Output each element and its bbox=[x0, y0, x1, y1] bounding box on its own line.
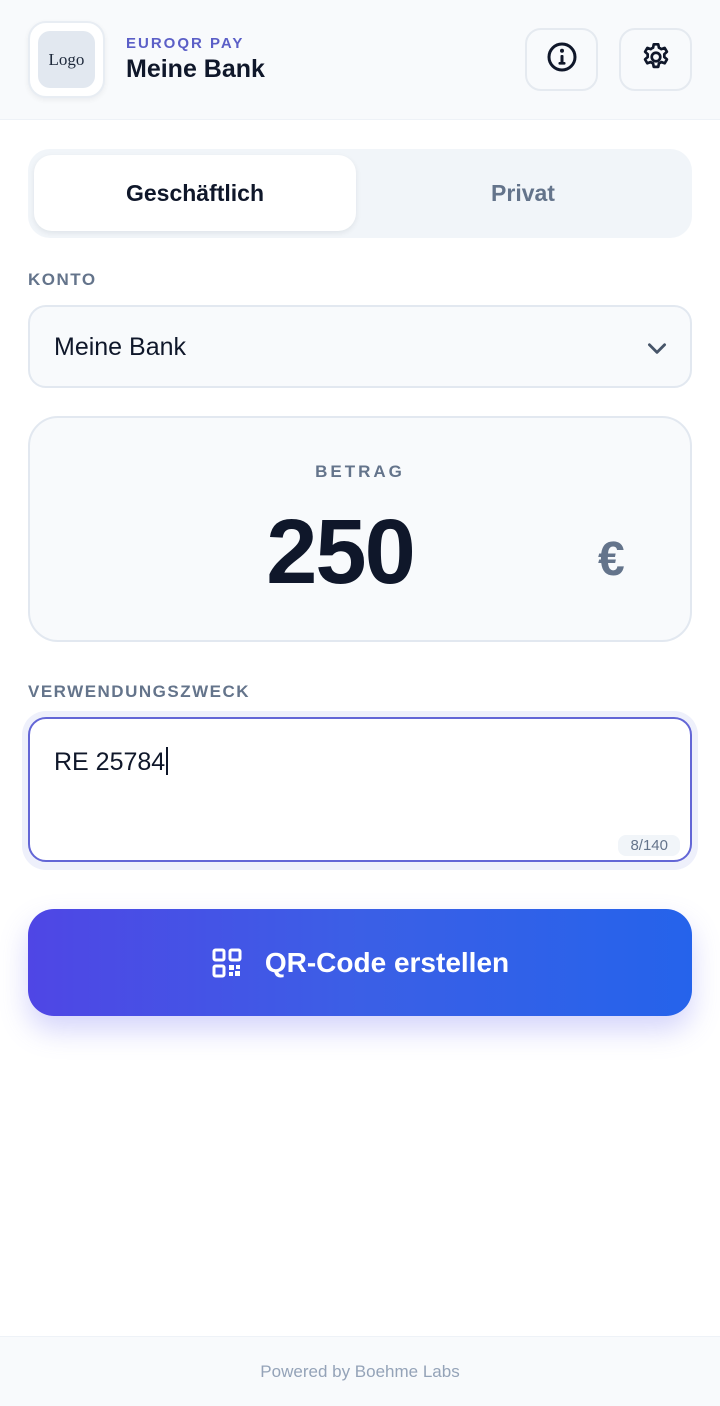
char-counter: 8/140 bbox=[618, 835, 680, 856]
amount-value[interactable]: 250 bbox=[260, 500, 420, 605]
logo-placeholder: Logo bbox=[38, 31, 95, 88]
bank-logo: Logo bbox=[28, 21, 105, 98]
account-label: KONTO bbox=[28, 270, 97, 289]
account-select[interactable]: Meine Bank bbox=[28, 305, 692, 388]
footer-text: Powered by Boehme Labs bbox=[260, 1361, 460, 1381]
mode-switch: Geschäftlich Privat bbox=[28, 149, 692, 238]
tab-privat[interactable]: Privat bbox=[362, 155, 684, 231]
purpose-textarea[interactable]: RE 25784 8/140 bbox=[28, 717, 692, 862]
purpose-focus-ring: RE 25784 8/140 bbox=[22, 711, 698, 870]
account-selected-value: Meine Bank bbox=[54, 333, 187, 361]
footer: Powered by Boehme Labs bbox=[0, 1336, 720, 1406]
text-caret bbox=[166, 747, 169, 775]
brand-title: Meine Bank bbox=[126, 55, 265, 83]
qr-code-icon bbox=[211, 947, 243, 979]
brand-subtitle: EUROQR PAY bbox=[126, 35, 245, 52]
settings-button[interactable] bbox=[619, 28, 692, 91]
app-header: Logo EUROQR PAY Meine Bank bbox=[0, 0, 720, 120]
currency-symbol: € bbox=[598, 533, 625, 586]
purpose-label: VERWENDUNGSZWECK bbox=[28, 682, 251, 701]
gear-icon bbox=[640, 41, 672, 78]
create-qr-button[interactable]: QR-Code erstellen bbox=[28, 909, 692, 1016]
purpose-text: RE 25784 bbox=[54, 748, 166, 776]
amount-label: BETRAG bbox=[315, 462, 405, 481]
purpose-value: RE 25784 bbox=[54, 747, 169, 777]
tab-geschaeftlich[interactable]: Geschäftlich bbox=[34, 155, 356, 231]
info-icon bbox=[546, 41, 578, 78]
info-button[interactable] bbox=[525, 28, 598, 91]
chevron-down-icon bbox=[644, 335, 670, 366]
amount-card[interactable]: BETRAG 250 € bbox=[28, 416, 692, 642]
create-qr-label: QR-Code erstellen bbox=[264, 946, 510, 978]
